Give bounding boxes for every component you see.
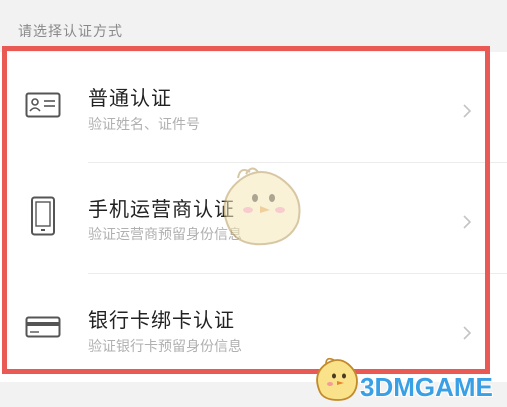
watermark-logo-text: 3DMGAME	[360, 372, 493, 402]
watermark-mascot-icon	[312, 354, 362, 407]
option-title: 普通认证	[88, 86, 172, 110]
chevron-right-icon	[460, 102, 474, 120]
bank-card-icon	[24, 316, 62, 338]
option-title: 银行卡绑卡认证	[88, 308, 235, 332]
chevron-right-icon	[460, 324, 474, 342]
option-subtitle: 验证姓名、证件号	[88, 117, 200, 133]
phone-icon	[24, 196, 62, 236]
id-card-icon	[24, 92, 62, 118]
option-normal-verification[interactable]: 普通认证 验证姓名、证件号	[0, 52, 507, 160]
section-title: 请选择认证方式	[18, 24, 123, 40]
chevron-right-icon	[460, 213, 474, 231]
option-bank-card-verification[interactable]: 银行卡绑卡认证 验证银行卡预留身份信息	[0, 274, 507, 382]
mascot-watermark-icon	[210, 160, 310, 254]
option-subtitle: 验证银行卡预留身份信息	[88, 339, 242, 355]
verification-method-page: 请选择认证方式 普通认证 验证姓名、证件号 手机运营商认证 验证运营商预留身份信…	[0, 0, 507, 407]
